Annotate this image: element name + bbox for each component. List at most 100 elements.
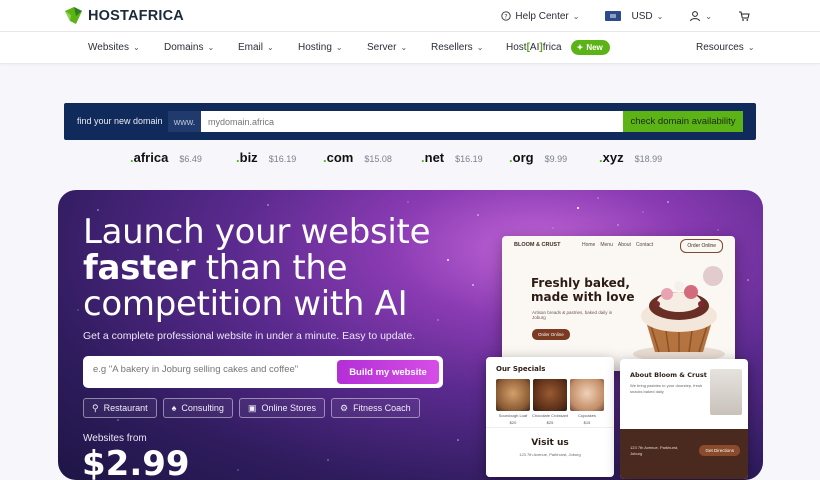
mockup-blurb: Artisan breads & pastries, baked daily i…: [532, 310, 613, 320]
mockup-cta: Order Online: [532, 329, 570, 340]
ai-brand-prefix: Host: [506, 42, 527, 53]
chip-restaurant[interactable]: ⚲ Restaurant: [83, 398, 157, 418]
dumbbell-icon: ⚙: [339, 402, 349, 413]
nav-item-server[interactable]: Server ⌄: [367, 32, 407, 63]
mockup-brand: BLOOM & CRUST: [514, 242, 561, 248]
croissant-image: [533, 379, 567, 411]
nav-item-hosting[interactable]: Hosting ⌄: [298, 32, 343, 63]
mockup-link: About: [617, 242, 631, 248]
currency-flag-icon: [605, 11, 622, 21]
build-website-button[interactable]: Build my website: [337, 360, 439, 384]
website-mockup-preview: BLOOM & CRUST Home Menu About Contact Or…: [502, 236, 735, 371]
tld-name: org: [512, 150, 534, 165]
chip-label: Fitness Coach: [353, 403, 411, 413]
nav-item-domains[interactable]: Domains ⌄: [164, 32, 214, 63]
special-name: Cupcakes: [578, 413, 596, 418]
chevron-down-icon: ⌄: [207, 43, 215, 52]
visit-address: 123 7th Avenue, Parkhurst, Joburg: [519, 452, 581, 457]
directions-button: Get Directions: [699, 445, 740, 456]
people-icon: ♠: [171, 403, 177, 413]
headline-emphasis: faster: [83, 248, 196, 288]
special-price: $25: [546, 420, 554, 425]
mockup-order-button: Order Online: [680, 239, 723, 253]
nav-item-email[interactable]: Email ⌄: [238, 32, 274, 63]
chevron-down-icon: ⌄: [335, 43, 343, 52]
nav-item-resources[interactable]: Resources ⌄: [696, 32, 755, 63]
chevron-down-icon: ⌄: [747, 43, 755, 52]
domain-search-input[interactable]: [201, 111, 623, 132]
special-name: Sourdough Loaf: [498, 413, 528, 418]
hero-headline: Launch your website faster than the comp…: [83, 214, 431, 324]
tld-price-list: .africa $6.49 .biz $16.19 .com $15.08 .net $…: [0, 150, 820, 170]
nav-item-hostafrica-ai[interactable]: Host[AI]frica ✦ New: [506, 32, 610, 63]
mockup-link: Menu: [600, 242, 613, 248]
www-prefix: www.: [168, 111, 201, 132]
headline-line-3: competition with AI: [83, 284, 408, 324]
about-address: 123 7th Avenue, Parkhurst, Joburg: [630, 445, 679, 456]
cart-button[interactable]: [738, 10, 750, 22]
nav-item-resellers[interactable]: Resellers ⌄: [431, 32, 483, 63]
tld-item[interactable]: .africa $6.49: [130, 150, 202, 165]
nav-label: Hosting: [298, 42, 332, 53]
nav-item-websites[interactable]: Websites ⌄: [88, 32, 140, 63]
cupcake-image: [633, 266, 725, 362]
tld-price: $6.49: [179, 154, 202, 164]
check-domain-button[interactable]: check domain availability: [623, 111, 743, 132]
logo-text: HOSTAFRICA: [88, 8, 184, 24]
tld-item[interactable]: .biz $16.19: [236, 150, 296, 165]
chevron-down-icon: ⌄: [476, 43, 484, 52]
chip-online-stores[interactable]: ▣ Online Stores: [238, 398, 325, 418]
mockup-nav: Home Menu About Contact: [582, 242, 653, 248]
domain-search-bar: find your new domain www. check domain a…: [64, 103, 756, 140]
mockup-headline-line-1: Freshly baked,: [531, 276, 630, 290]
storefront-image: [710, 369, 742, 415]
tld-item[interactable]: .net $16.19: [421, 150, 483, 165]
chip-consulting[interactable]: ♠ Consulting: [162, 398, 233, 418]
tld-item[interactable]: .com $15.08: [323, 150, 392, 165]
chevron-down-icon: ⌄: [656, 11, 664, 21]
user-icon: [690, 11, 701, 22]
headline-line-2: than the: [195, 248, 348, 288]
help-center-menu[interactable]: ? Help Center ⌄: [501, 11, 579, 22]
logo[interactable]: HOSTAFRICA: [64, 6, 184, 26]
tld-price: $9.99: [544, 154, 568, 164]
tld-name: net: [424, 150, 445, 165]
nav-label: Resellers: [431, 42, 473, 53]
currency-selector[interactable]: USD ⌄: [605, 11, 663, 22]
cart-icon: [739, 11, 750, 21]
chip-label: Restaurant: [103, 403, 148, 413]
hero-subtitle: Get a complete professional website in u…: [83, 330, 416, 342]
top-right-menu: ? Help Center ⌄ USD ⌄ ⌄: [501, 0, 750, 32]
tld-item[interactable]: .org $9.99: [509, 150, 567, 165]
ai-brand-ai: AI: [529, 42, 540, 53]
account-menu[interactable]: ⌄: [689, 10, 712, 22]
sparkle-icon: ✦: [576, 43, 584, 52]
domain-search-label: find your new domain: [77, 116, 163, 126]
chevron-down-icon: ⌄: [267, 43, 274, 52]
help-icon: ?: [501, 11, 512, 21]
africa-logo-icon: [65, 7, 82, 24]
nav-label: Websites: [88, 42, 129, 53]
mockup-link: Home: [582, 242, 596, 248]
category-chips: ⚲ Restaurant ♠ Consulting ▣ Online Stores ⚙…: [83, 398, 420, 418]
currency-label: USD: [631, 10, 653, 22]
tld-price: $18.99: [634, 154, 663, 164]
websites-from-label: Websites from: [83, 433, 147, 444]
chip-fitness-coach[interactable]: ⚙ Fitness Coach: [330, 398, 420, 418]
special-price: $15: [583, 420, 591, 425]
mockup-about-card: About Bloom & Crust We bring pastries to…: [620, 359, 748, 479]
visit-title: Visit us: [531, 438, 569, 448]
tld-name: com: [326, 150, 354, 165]
ai-brand-label: Host[AI]frica: [506, 42, 562, 53]
website-prompt-box: Build my website: [83, 356, 443, 388]
help-center-label: Help Center: [515, 10, 569, 22]
ai-brand-suffix: frica: [542, 42, 562, 53]
about-footer: 123 7th Avenue, Parkhurst, Joburg Get Di…: [620, 429, 748, 479]
tld-item[interactable]: .xyz $18.99: [599, 150, 662, 165]
sourdough-image: [496, 379, 530, 411]
chevron-down-icon: ⌄: [572, 11, 580, 21]
website-prompt-input[interactable]: [93, 364, 328, 375]
visit-section: Visit us 123 7th Avenue, Parkhurst, Jobu…: [486, 427, 614, 477]
top-bar: HOSTAFRICA ? Help Center ⌄ USD ⌄ ⌄: [0, 0, 820, 32]
websites-price: $2.99: [82, 444, 190, 480]
